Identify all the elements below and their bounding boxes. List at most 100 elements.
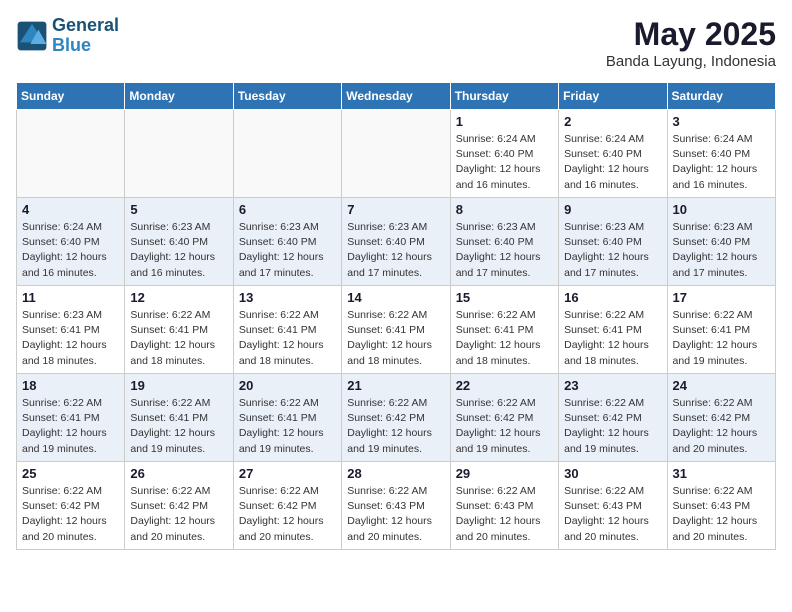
calendar-cell [342,110,450,198]
calendar-week-3: 11 Sunrise: 6:23 AM Sunset: 6:41 PM Dayli… [17,286,776,374]
day-number: 10 [673,202,770,217]
day-info: Sunrise: 6:24 AM Sunset: 6:40 PM Dayligh… [673,132,770,193]
day-number: 24 [673,378,770,393]
calendar-cell: 14 Sunrise: 6:22 AM Sunset: 6:41 PM Dayli… [342,286,450,374]
calendar-cell: 20Sunrise: 6:22 AM Sunset: 6:41 PM Dayli… [233,374,341,462]
day-number: 5 [130,202,227,217]
calendar-cell: 17 Sunrise: 6:22 AM Sunset: 6:41 PM Dayli… [667,286,775,374]
day-info: Sunrise: 6:24 AM Sunset: 6:40 PM Dayligh… [22,220,119,281]
day-info: Sunrise: 6:22 AM Sunset: 6:43 PM Dayligh… [564,484,661,545]
logo-line1: General [52,16,119,36]
calendar-cell: 15 Sunrise: 6:22 AM Sunset: 6:41 PM Dayli… [450,286,558,374]
calendar-cell: 7Sunrise: 6:23 AM Sunset: 6:40 PM Daylig… [342,198,450,286]
day-number: 14 [347,290,444,305]
day-info: Sunrise: 6:22 AM Sunset: 6:41 PM Dayligh… [347,308,444,369]
calendar-cell: 16Sunrise: 6:22 AM Sunset: 6:41 PM Dayli… [559,286,667,374]
calendar-cell: 12Sunrise: 6:22 AM Sunset: 6:41 PM Dayli… [125,286,233,374]
calendar-cell: 21 Sunrise: 6:22 AM Sunset: 6:42 PM Dayli… [342,374,450,462]
day-number: 6 [239,202,336,217]
day-info: Sunrise: 6:22 AM Sunset: 6:43 PM Dayligh… [347,484,444,545]
day-info: Sunrise: 6:24 AM Sunset: 6:40 PM Dayligh… [456,132,553,193]
day-number: 27 [239,466,336,481]
day-info: Sunrise: 6:22 AM Sunset: 6:42 PM Dayligh… [347,396,444,457]
calendar-cell: 3 Sunrise: 6:24 AM Sunset: 6:40 PM Daylig… [667,110,775,198]
logo-line2: Blue [52,36,119,56]
day-number: 26 [130,466,227,481]
day-number: 8 [456,202,553,217]
day-number: 28 [347,466,444,481]
day-number: 25 [22,466,119,481]
day-number: 18 [22,378,119,393]
day-number: 29 [456,466,553,481]
day-header-sunday: Sunday [17,83,125,110]
day-header-saturday: Saturday [667,83,775,110]
day-info: Sunrise: 6:22 AM Sunset: 6:42 PM Dayligh… [130,484,227,545]
day-info: Sunrise: 6:22 AM Sunset: 6:41 PM Dayligh… [456,308,553,369]
calendar-cell: 28 Sunrise: 6:22 AM Sunset: 6:43 PM Dayli… [342,462,450,550]
day-number: 15 [456,290,553,305]
day-number: 19 [130,378,227,393]
day-info: Sunrise: 6:22 AM Sunset: 6:41 PM Dayligh… [673,308,770,369]
day-number: 31 [673,466,770,481]
day-number: 13 [239,290,336,305]
calendar-cell: 25 Sunrise: 6:22 AM Sunset: 6:42 PM Dayli… [17,462,125,550]
day-info: Sunrise: 6:23 AM Sunset: 6:40 PM Dayligh… [347,220,444,281]
day-header-wednesday: Wednesday [342,83,450,110]
day-number: 22 [456,378,553,393]
calendar-week-5: 25 Sunrise: 6:22 AM Sunset: 6:42 PM Dayli… [17,462,776,550]
calendar-cell: 19 Sunrise: 6:22 AM Sunset: 6:41 PM Dayli… [125,374,233,462]
day-info: Sunrise: 6:22 AM Sunset: 6:41 PM Dayligh… [130,396,227,457]
calendar-cell: 22Sunrise: 6:22 AM Sunset: 6:42 PM Dayli… [450,374,558,462]
day-info: Sunrise: 6:22 AM Sunset: 6:42 PM Dayligh… [239,484,336,545]
day-number: 21 [347,378,444,393]
calendar: SundayMondayTuesdayWednesdayThursdayFrid… [16,82,776,550]
day-info: Sunrise: 6:22 AM Sunset: 6:43 PM Dayligh… [673,484,770,545]
logo-icon [16,20,48,52]
month-title: May 2025 [606,16,776,53]
day-number: 17 [673,290,770,305]
calendar-cell: 31 Sunrise: 6:22 AM Sunset: 6:43 PM Dayli… [667,462,775,550]
day-info: Sunrise: 6:23 AM Sunset: 6:40 PM Dayligh… [456,220,553,281]
calendar-cell: 29 Sunrise: 6:22 AM Sunset: 6:43 PM Dayli… [450,462,558,550]
day-info: Sunrise: 6:22 AM Sunset: 6:41 PM Dayligh… [22,396,119,457]
day-info: Sunrise: 6:22 AM Sunset: 6:43 PM Dayligh… [456,484,553,545]
day-number: 11 [22,290,119,305]
day-number: 30 [564,466,661,481]
day-number: 9 [564,202,661,217]
day-info: Sunrise: 6:22 AM Sunset: 6:41 PM Dayligh… [239,396,336,457]
day-info: Sunrise: 6:22 AM Sunset: 6:41 PM Dayligh… [564,308,661,369]
logo: General Blue [16,16,119,56]
day-info: Sunrise: 6:23 AM Sunset: 6:40 PM Dayligh… [239,220,336,281]
calendar-cell: 11 Sunrise: 6:23 AM Sunset: 6:41 PM Dayli… [17,286,125,374]
calendar-cell: 2Sunrise: 6:24 AM Sunset: 6:40 PM Daylig… [559,110,667,198]
calendar-cell [125,110,233,198]
title-block: May 2025 Banda Layung, Indonesia [606,16,776,70]
day-info: Sunrise: 6:22 AM Sunset: 6:41 PM Dayligh… [130,308,227,369]
calendar-cell: 1 Sunrise: 6:24 AM Sunset: 6:40 PM Daylig… [450,110,558,198]
day-info: Sunrise: 6:22 AM Sunset: 6:42 PM Dayligh… [673,396,770,457]
calendar-cell: 18 Sunrise: 6:22 AM Sunset: 6:41 PM Dayli… [17,374,125,462]
day-number: 1 [456,114,553,129]
calendar-cell: 30 Sunrise: 6:22 AM Sunset: 6:43 PM Dayli… [559,462,667,550]
calendar-cell [233,110,341,198]
calendar-cell [17,110,125,198]
day-number: 2 [564,114,661,129]
calendar-cell: 13Sunrise: 6:22 AM Sunset: 6:41 PM Dayli… [233,286,341,374]
calendar-week-1: 1 Sunrise: 6:24 AM Sunset: 6:40 PM Daylig… [17,110,776,198]
day-info: Sunrise: 6:22 AM Sunset: 6:42 PM Dayligh… [564,396,661,457]
day-info: Sunrise: 6:23 AM Sunset: 6:41 PM Dayligh… [22,308,119,369]
calendar-cell: 27 Sunrise: 6:22 AM Sunset: 6:42 PM Dayli… [233,462,341,550]
day-info: Sunrise: 6:22 AM Sunset: 6:42 PM Dayligh… [22,484,119,545]
day-number: 3 [673,114,770,129]
logo-text: General Blue [52,16,119,56]
day-info: Sunrise: 6:23 AM Sunset: 6:40 PM Dayligh… [130,220,227,281]
calendar-cell: 8 Sunrise: 6:23 AM Sunset: 6:40 PM Daylig… [450,198,558,286]
calendar-cell: 23Sunrise: 6:22 AM Sunset: 6:42 PM Dayli… [559,374,667,462]
day-info: Sunrise: 6:23 AM Sunset: 6:40 PM Dayligh… [564,220,661,281]
calendar-cell: 10Sunrise: 6:23 AM Sunset: 6:40 PM Dayli… [667,198,775,286]
calendar-cell: 24 Sunrise: 6:22 AM Sunset: 6:42 PM Dayli… [667,374,775,462]
calendar-cell: 26 Sunrise: 6:22 AM Sunset: 6:42 PM Dayli… [125,462,233,550]
day-header-thursday: Thursday [450,83,558,110]
location-title: Banda Layung, Indonesia [606,53,776,70]
day-header-tuesday: Tuesday [233,83,341,110]
